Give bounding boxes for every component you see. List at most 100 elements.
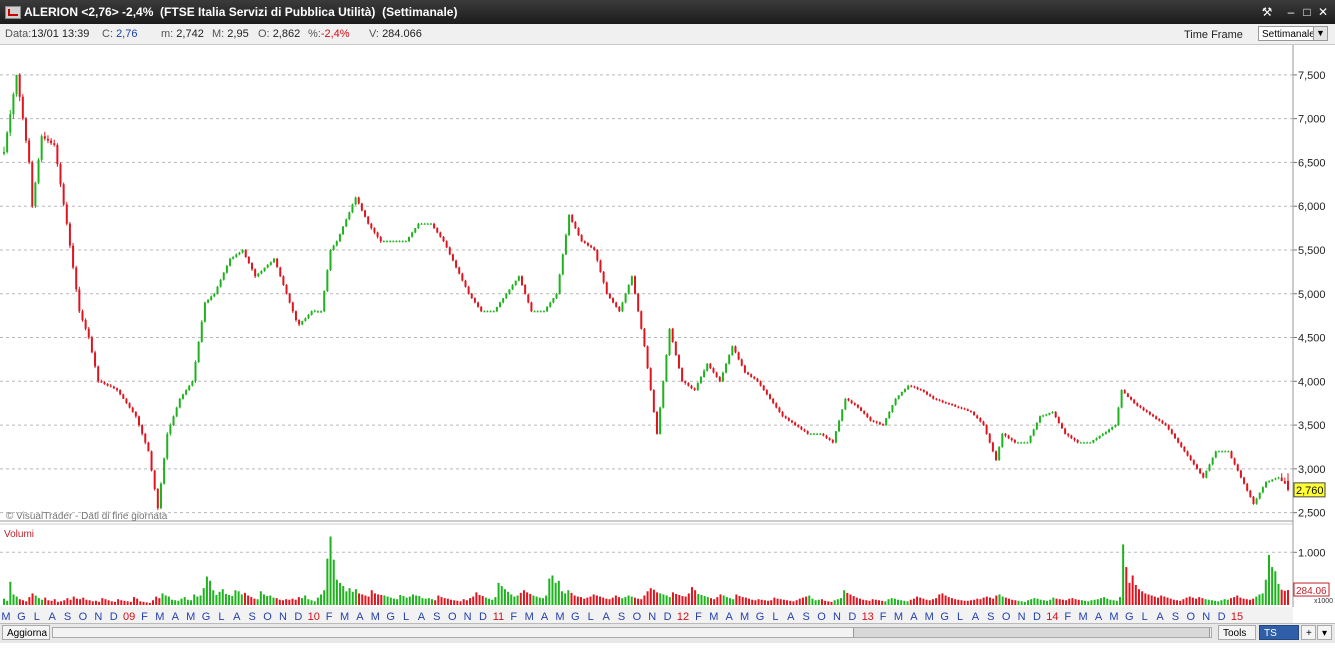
scrollbar-thumb[interactable] bbox=[853, 628, 1210, 637]
volume-bar bbox=[862, 599, 865, 605]
volume-bar bbox=[469, 598, 472, 605]
close-button[interactable]: ✕ bbox=[1315, 4, 1331, 20]
candle bbox=[439, 231, 442, 238]
tools-icon[interactable]: ⚒ bbox=[1259, 4, 1275, 20]
candle-body bbox=[285, 285, 288, 294]
volume-bar bbox=[256, 599, 259, 605]
candle-body bbox=[1004, 433, 1007, 436]
candle-body bbox=[925, 391, 928, 395]
candle bbox=[28, 137, 31, 165]
candle-body bbox=[483, 311, 486, 313]
volume-bar bbox=[760, 599, 763, 605]
volume-bar bbox=[107, 600, 110, 605]
candle-body bbox=[495, 306, 498, 312]
volume-bar bbox=[947, 597, 950, 605]
zoom-in-button[interactable]: + bbox=[1301, 625, 1316, 640]
candle bbox=[188, 384, 191, 391]
candle-body bbox=[473, 298, 476, 303]
volume-bar bbox=[754, 600, 757, 605]
candle-body bbox=[866, 413, 869, 418]
candle-body bbox=[1070, 435, 1073, 439]
candle-body bbox=[103, 382, 106, 384]
volume-bar bbox=[557, 580, 560, 605]
volume-bar bbox=[297, 597, 300, 605]
volume-bar bbox=[1036, 598, 1039, 605]
volume-bar bbox=[231, 596, 234, 605]
candle-body bbox=[778, 407, 781, 412]
candle-body bbox=[279, 267, 282, 277]
candle-body bbox=[932, 396, 935, 399]
candle-body bbox=[1045, 414, 1048, 416]
candle bbox=[1173, 432, 1176, 440]
candle bbox=[445, 240, 448, 249]
maximize-button[interactable]: □ bbox=[1299, 4, 1315, 20]
volume-bar bbox=[440, 597, 443, 605]
volume-bar bbox=[830, 601, 833, 605]
volume-axis: 1.000 bbox=[1293, 547, 1326, 559]
candle-body bbox=[1020, 442, 1023, 444]
price-chart[interactable]: 7,500 7,000 6,500 6,000 5,500 5,000 4,500 4,000… bbox=[0, 45, 1335, 623]
candle-body bbox=[1177, 438, 1180, 443]
candle bbox=[477, 301, 480, 308]
candle-body bbox=[207, 299, 210, 303]
volume-bar bbox=[250, 597, 253, 605]
month-label: F bbox=[510, 611, 517, 623]
volume-bar bbox=[392, 598, 395, 605]
candle-body bbox=[1010, 438, 1013, 440]
candle bbox=[652, 389, 655, 413]
chevron-down-icon[interactable]: ▼ bbox=[1313, 27, 1327, 40]
candle bbox=[448, 246, 451, 256]
volume-bar bbox=[1182, 599, 1185, 605]
candle bbox=[194, 360, 197, 384]
candle-body bbox=[1252, 496, 1255, 504]
candle bbox=[411, 231, 414, 238]
candle-body bbox=[627, 285, 630, 294]
chart-scrollbar[interactable] bbox=[52, 627, 1212, 638]
month-label: G bbox=[756, 611, 765, 623]
volume-bar bbox=[884, 601, 887, 605]
volume-bar bbox=[31, 593, 34, 605]
candle bbox=[624, 292, 627, 304]
volume-bar bbox=[637, 598, 640, 605]
candle-body bbox=[367, 216, 370, 224]
volume-bar bbox=[437, 595, 440, 605]
candle bbox=[781, 411, 784, 418]
volume-bar bbox=[380, 594, 383, 605]
volume-bar bbox=[9, 581, 12, 605]
timeframe-select[interactable]: Settimanale ▼ bbox=[1258, 26, 1328, 41]
volume-bar bbox=[129, 601, 132, 605]
candle bbox=[844, 397, 847, 411]
zoom-menu-button[interactable]: ▾ bbox=[1317, 625, 1332, 640]
candle bbox=[634, 275, 637, 295]
tools-button[interactable]: Tools bbox=[1218, 625, 1256, 640]
month-label: O bbox=[1187, 611, 1196, 623]
ts-off-button[interactable]: TS OFF bbox=[1259, 625, 1299, 654]
volume-bar bbox=[418, 596, 421, 605]
candle-body bbox=[542, 311, 545, 313]
volume-bar bbox=[1210, 600, 1213, 605]
candle-body bbox=[558, 274, 561, 294]
volume-bar bbox=[985, 596, 988, 605]
candle-body bbox=[1164, 423, 1167, 426]
candle-body bbox=[1271, 479, 1274, 482]
minimize-button[interactable]: – bbox=[1283, 4, 1299, 20]
volume-bar bbox=[1058, 599, 1061, 605]
candle bbox=[728, 354, 731, 365]
volume-bar bbox=[792, 601, 795, 605]
candle-body bbox=[828, 438, 831, 440]
volume-bar bbox=[411, 594, 414, 605]
volume-bar bbox=[34, 595, 37, 605]
volume-bar bbox=[871, 599, 874, 605]
refresh-button[interactable]: Aggiorna bbox=[2, 625, 50, 640]
candle bbox=[175, 406, 178, 418]
volume-bar bbox=[573, 595, 576, 605]
candle-body bbox=[213, 293, 216, 297]
volume-bar bbox=[475, 592, 478, 605]
candle-body bbox=[1067, 433, 1070, 436]
volume-bar bbox=[69, 599, 72, 605]
candle bbox=[1064, 427, 1067, 435]
volume-bar bbox=[1283, 590, 1286, 605]
candle-body bbox=[442, 236, 445, 242]
volume-bar bbox=[681, 596, 684, 605]
candle bbox=[1057, 416, 1060, 424]
